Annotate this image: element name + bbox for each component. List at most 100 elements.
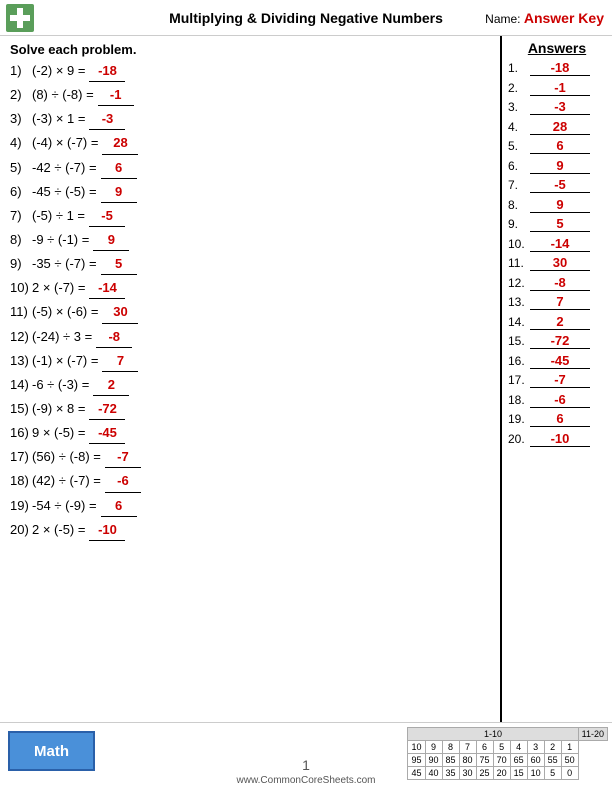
problem-answer: 6 — [101, 496, 137, 517]
scoring-range: 1-10 — [408, 728, 578, 741]
main-content: Solve each problem. 1) (-2) × 9 = -18 2)… — [0, 36, 612, 722]
problem-expr: (-4) × (-7) = — [32, 133, 98, 153]
problem-num: 9) — [10, 254, 32, 274]
score-val: 65 — [510, 754, 527, 767]
answer-val: -14 — [530, 236, 590, 252]
answers-column: Answers 1. -18 2. -1 3. -3 4. 28 5. 6 6.… — [502, 36, 612, 722]
answer-row: 14. 2 — [508, 314, 606, 330]
header-name-area: Name: Answer Key — [485, 10, 604, 26]
problem-row: 2) (8) ÷ (-8) = -1 — [10, 85, 490, 106]
problem-row: 14) -6 ÷ (-3) = 2 — [10, 375, 490, 396]
problem-num: 18) — [10, 471, 32, 491]
problem-answer: -8 — [96, 327, 132, 348]
problem-expr: (-3) × 1 = — [32, 109, 85, 129]
problem-num: 20) — [10, 520, 32, 540]
answer-row: 8. 9 — [508, 197, 606, 213]
problem-answer: 2 — [93, 375, 129, 396]
answer-num: 2. — [508, 81, 530, 95]
problem-row: 1) (-2) × 9 = -18 — [10, 61, 490, 82]
problem-expr: (56) ÷ (-8) = — [32, 447, 101, 467]
answer-row: 4. 28 — [508, 119, 606, 135]
problem-row: 12) (-24) ÷ 3 = -8 — [10, 327, 490, 348]
answer-val: -18 — [530, 60, 590, 76]
answer-val: -10 — [530, 431, 590, 447]
logo-icon — [6, 4, 34, 32]
score-val: 20 — [493, 767, 510, 780]
problem-expr: 2 × (-7) = — [32, 278, 85, 298]
answer-val: -6 — [530, 392, 590, 408]
problem-answer: -10 — [89, 520, 125, 541]
problem-expr: -45 ÷ (-5) = — [32, 182, 97, 202]
score-val: 85 — [442, 754, 459, 767]
footer-center: 1 www.CommonCoreSheets.com — [237, 757, 376, 786]
problem-row: 7) (-5) ÷ 1 = -5 — [10, 206, 490, 227]
answer-row: 5. 6 — [508, 138, 606, 154]
answer-val: -45 — [530, 353, 590, 369]
problem-num: 3) — [10, 109, 32, 129]
answer-num: 12. — [508, 276, 530, 290]
answer-val: -72 — [530, 333, 590, 349]
answer-num: 19. — [508, 412, 530, 426]
answer-row: 11. 30 — [508, 255, 606, 271]
problem-row: 19) -54 ÷ (-9) = 6 — [10, 496, 490, 517]
scoring-table: 1-1011-201098765432195908580757065605550… — [407, 727, 608, 780]
problem-expr: (-9) × 8 = — [32, 399, 85, 419]
math-label: Math — [34, 743, 69, 760]
problem-row: 4) (-4) × (-7) = 28 — [10, 133, 490, 154]
problem-expr: (42) ÷ (-7) = — [32, 471, 101, 491]
score-val: 95 — [408, 754, 425, 767]
problem-answer: -3 — [89, 109, 125, 130]
problem-answer: 28 — [102, 133, 138, 154]
answer-num: 16. — [508, 354, 530, 368]
page-footer: Math 1 www.CommonCoreSheets.com 1-1011-2… — [0, 722, 612, 792]
answer-row: 20. -10 — [508, 431, 606, 447]
score-val: 90 — [425, 754, 442, 767]
answer-num: 14. — [508, 315, 530, 329]
problem-row: 5) -42 ÷ (-7) = 6 — [10, 158, 490, 179]
problem-num: 17) — [10, 447, 32, 467]
answer-row: 18. -6 — [508, 392, 606, 408]
problem-answer: -5 — [89, 206, 125, 227]
answer-row: 15. -72 — [508, 333, 606, 349]
answer-num: 9. — [508, 217, 530, 231]
problem-answer: 9 — [93, 230, 129, 251]
problem-num: 8) — [10, 230, 32, 250]
answer-num: 13. — [508, 295, 530, 309]
problem-num: 13) — [10, 351, 32, 371]
answer-num: 3. — [508, 100, 530, 114]
problem-row: 15) (-9) × 8 = -72 — [10, 399, 490, 420]
problem-row: 6) -45 ÷ (-5) = 9 — [10, 182, 490, 203]
answer-num: 6. — [508, 159, 530, 173]
problem-answer: 5 — [101, 254, 137, 275]
answer-num: 7. — [508, 178, 530, 192]
answer-val: -8 — [530, 275, 590, 291]
answer-val: 5 — [530, 216, 590, 232]
answer-row: 16. -45 — [508, 353, 606, 369]
answer-val: 6 — [530, 138, 590, 154]
problem-num: 4) — [10, 133, 32, 153]
problem-num: 2) — [10, 85, 32, 105]
problems-area: Solve each problem. 1) (-2) × 9 = -18 2)… — [0, 36, 502, 722]
problem-answer: -14 — [89, 278, 125, 299]
problem-num: 1) — [10, 61, 32, 81]
answer-row: 19. 6 — [508, 411, 606, 427]
answer-row: 17. -7 — [508, 372, 606, 388]
score-val: 0 — [561, 767, 578, 780]
problem-row: 11) (-5) × (-6) = 30 — [10, 302, 490, 323]
problem-answer: 30 — [102, 302, 138, 323]
score-label: 10 — [408, 741, 425, 754]
problem-expr: (-5) × (-6) = — [32, 302, 98, 322]
problem-answer: -6 — [105, 471, 141, 492]
answer-num: 15. — [508, 334, 530, 348]
score-val: 10 — [527, 767, 544, 780]
score-label: 7 — [459, 741, 476, 754]
problem-num: 16) — [10, 423, 32, 443]
score-label: 3 — [527, 741, 544, 754]
problem-num: 12) — [10, 327, 32, 347]
score-val: 50 — [561, 754, 578, 767]
problem-num: 10) — [10, 278, 32, 298]
score-val: 80 — [459, 754, 476, 767]
answer-num: 1. — [508, 61, 530, 75]
answer-row: 9. 5 — [508, 216, 606, 232]
problem-expr: 2 × (-5) = — [32, 520, 85, 540]
